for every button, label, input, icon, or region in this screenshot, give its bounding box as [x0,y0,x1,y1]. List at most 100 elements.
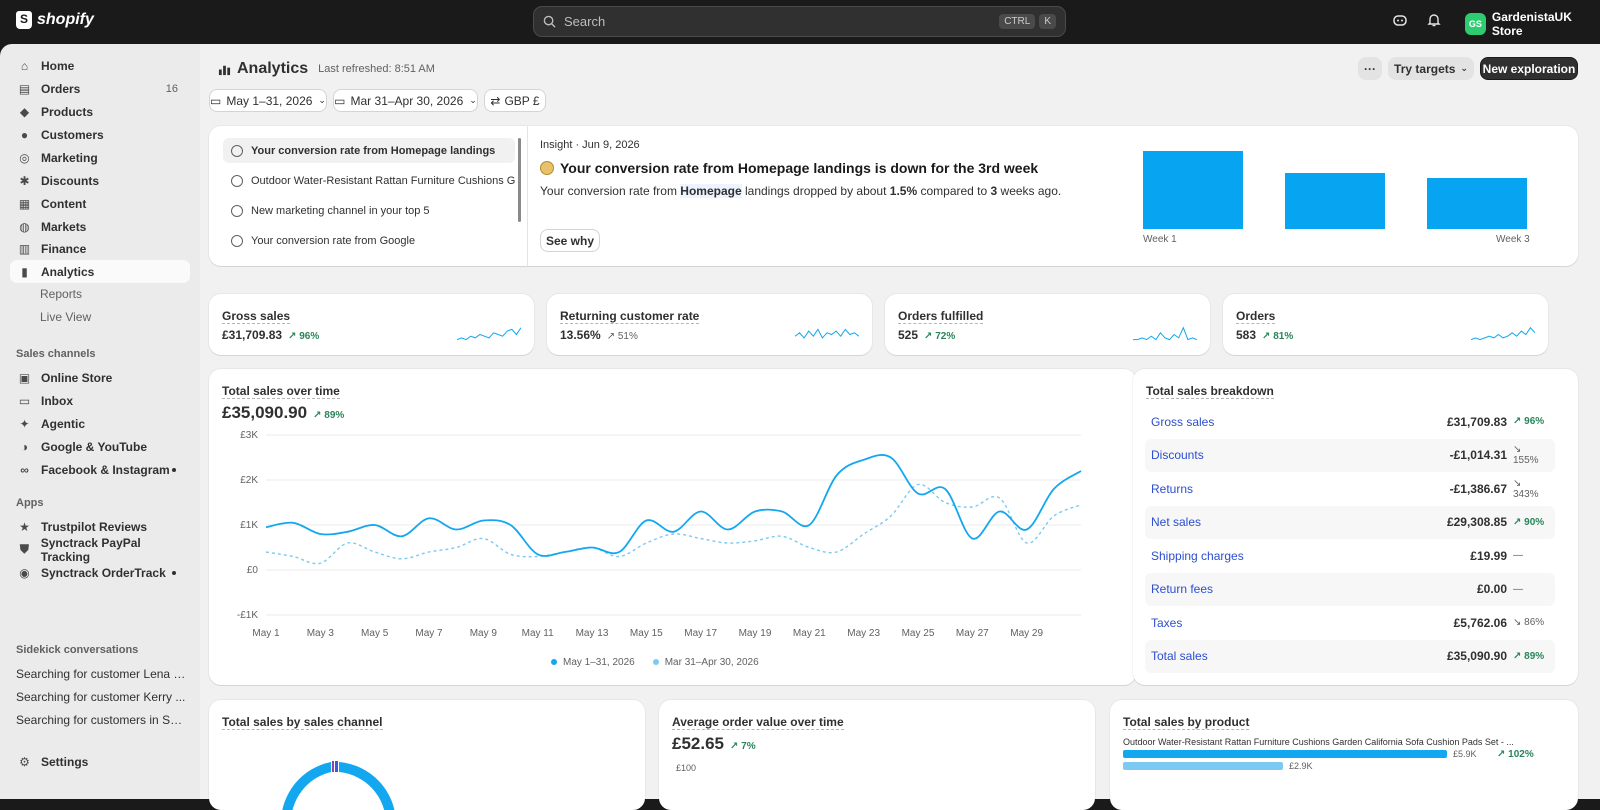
store-menu[interactable]: GS GardenistaUK Store [1465,10,1600,38]
channel-label: Online Store [41,370,113,385]
sidekick-heading[interactable]: Sidekick conversations [16,644,138,656]
insight-list-item[interactable]: New marketing channel in your top 5 [223,198,515,223]
donut-segment-other-2[interactable] [335,761,338,772]
legend-dot-current [551,659,557,665]
shortcut-ctrl: CTRL [999,14,1036,29]
see-why-button[interactable]: See why [540,229,600,252]
chevron-down-icon: ⌄ [469,95,477,105]
kpi-value-row: 583 ↗ 81% [1236,328,1293,342]
legend-current[interactable]: May 1–31, 2026 [551,657,635,668]
sidebar-item-products[interactable]: ◆ Products [10,100,190,123]
channel-facebook-instagram[interactable]: ∞ Facebook & Instagram [10,458,190,481]
product-bar-previous[interactable] [1123,762,1283,770]
sidebar-item-finance[interactable]: ▥ Finance [10,237,190,260]
sales-line-chart[interactable]: £3K £2K £1K £0 -£1K May 1 May 3 May 5 May 7 May 9… [209,425,1136,675]
breakdown-label[interactable]: Taxes [1151,616,1454,630]
donut-segment-online-right[interactable] [339,762,396,810]
donut-segment-other-1[interactable] [332,761,334,772]
sidebar-item-discounts[interactable]: ✱ Discounts [10,169,190,192]
aov-title[interactable]: Average order value over time [672,715,844,730]
channel-donut-chart[interactable] [261,738,411,810]
x-tick-label: May 29 [1010,628,1043,639]
breakdown-label[interactable]: Gross sales [1151,415,1447,429]
shopify-logo[interactable]: shopify [16,11,94,29]
sidebar-item-marketing[interactable]: ◎ Marketing [10,146,190,169]
kpi-card-orders[interactable]: Orders 583 ↗ 81% [1223,294,1548,355]
channel-inbox[interactable]: ▭ Inbox [10,389,190,412]
insight-list-label: Outdoor Water-Resistant Rattan Furniture… [251,174,515,187]
donut-segment-online[interactable] [281,762,331,810]
breakdown-label[interactable]: Net sales [1151,515,1447,529]
breakdown-title[interactable]: Total sales breakdown [1146,384,1274,399]
compare-range-picker[interactable]: ▭ Mar 31–Apr 30, 2026 ⌄ [333,89,478,112]
sidebar-item-label: Discounts [41,173,100,188]
sidebar-item-content[interactable]: ▦ Content [10,192,190,215]
sidebar-item-orders[interactable]: ▤ Orders 16 [10,77,190,100]
breakdown-label[interactable]: Shipping charges [1151,549,1470,563]
kpi-card-gross-sales[interactable]: Gross sales £31,709.83 ↗ 96% [209,294,534,355]
insight-week-bar[interactable] [1143,151,1243,229]
apps-heading[interactable]: Apps [16,497,44,509]
kpi-title[interactable]: Orders [1236,309,1276,324]
sidebar-item-settings[interactable]: ⚙ Settings [10,750,190,773]
sidebar-item-customers[interactable]: ● Customers [10,123,190,146]
more-actions-button[interactable]: ··· [1358,57,1382,80]
insight-list-item[interactable]: Your conversion rate from Google [223,228,515,253]
series-line-previous[interactable] [265,483,1082,565]
app-synctrack-paypal-tracking[interactable]: ⛊ Synctrack PayPal Tracking [10,536,190,564]
kpi-title[interactable]: Returning customer rate [560,309,700,324]
store-name: GardenistaUK Store [1491,10,1572,38]
channel-title[interactable]: Total sales by sales channel [222,715,383,730]
new-exploration-button[interactable]: New exploration [1480,57,1578,80]
search-bar[interactable]: Search CTRL K [533,6,1066,37]
kpi-card-returning-customer-rate[interactable]: Returning customer rate 13.56% ↗ 51% [547,294,872,355]
sidekick-icon[interactable] [1392,12,1408,28]
breakdown-label[interactable]: Discounts [1151,448,1450,462]
sidebar-item-label: Analytics [41,264,95,279]
kpi-title[interactable]: Gross sales [222,309,291,324]
sales-over-time-title[interactable]: Total sales over time [222,384,340,399]
insight-headline-row: Your conversion rate from Homepage landi… [540,160,1038,176]
shopify-bag-icon [16,11,32,29]
try-targets-button[interactable]: Try targets ⌄ [1388,57,1474,80]
channel-online-store[interactable]: ▣ Online Store [10,366,190,389]
bank-icon: ▥ [18,241,31,256]
inbox-icon: ▭ [18,393,31,408]
currency-icon: ⇄ [490,93,501,108]
insight-coin-icon [540,161,554,175]
breakdown-label[interactable]: Return fees [1151,582,1477,596]
currency-picker[interactable]: ⇄ GBP £ [484,89,546,112]
app-synctrack-ordertrack[interactable]: ◉ Synctrack OrderTrack [10,561,190,584]
product-title[interactable]: Total sales by product [1123,715,1250,730]
breakdown-label[interactable]: Total sales [1151,649,1447,663]
insight-list-item[interactable]: Your conversion rate from Homepage landi… [223,138,515,163]
series-line-current[interactable] [265,454,1082,557]
insight-list-item[interactable]: Outdoor Water-Resistant Rattan Furniture… [223,168,515,193]
sidekick-conversation[interactable]: Searching for customers in Sh... [16,713,186,727]
sidebar-item-analytics[interactable]: ▮ Analytics [10,260,190,283]
breakdown-value: £5,762.06 [1453,615,1507,630]
legend-previous[interactable]: Mar 31–Apr 30, 2026 [652,657,759,668]
kpi-value: 525 [898,328,919,342]
channel-agentic[interactable]: ✦ Agentic [10,412,190,435]
kpi-card-orders-fulfilled[interactable]: Orders fulfilled 525 ↗ 72% [885,294,1210,355]
channel-google-youtube[interactable]: ◑ Google & YouTube [10,435,190,458]
bell-icon[interactable] [1426,12,1442,28]
sales-channels-heading[interactable]: Sales channels [16,348,96,360]
insight-week-bar[interactable] [1427,178,1527,229]
sidekick-conversation[interactable]: Searching for customer Kerry ... [16,690,186,704]
sidekick-conversation[interactable]: Searching for customer Lena B... [16,667,186,681]
sidebar-item-markets[interactable]: ◍ Markets [10,215,190,238]
sidebar-item-home[interactable]: ⌂ Home [10,54,190,77]
kpi-title[interactable]: Orders fulfilled [898,309,984,324]
insight-headline: Your conversion rate from Homepage landi… [560,160,1039,176]
sidebar-subitem-live-view[interactable]: Live View [40,310,91,324]
breakdown-label[interactable]: Returns [1151,482,1450,496]
insight-week-bar[interactable] [1285,173,1385,229]
date-range-picker[interactable]: ▭ May 1–31, 2026 ⌄ [209,89,327,112]
settings-label: Settings [41,754,89,769]
insights-scrollbar[interactable] [518,138,521,222]
kpi-sparkline-path [795,328,859,339]
product-bar-current[interactable] [1123,750,1447,758]
sidebar-subitem-reports[interactable]: Reports [40,287,82,301]
